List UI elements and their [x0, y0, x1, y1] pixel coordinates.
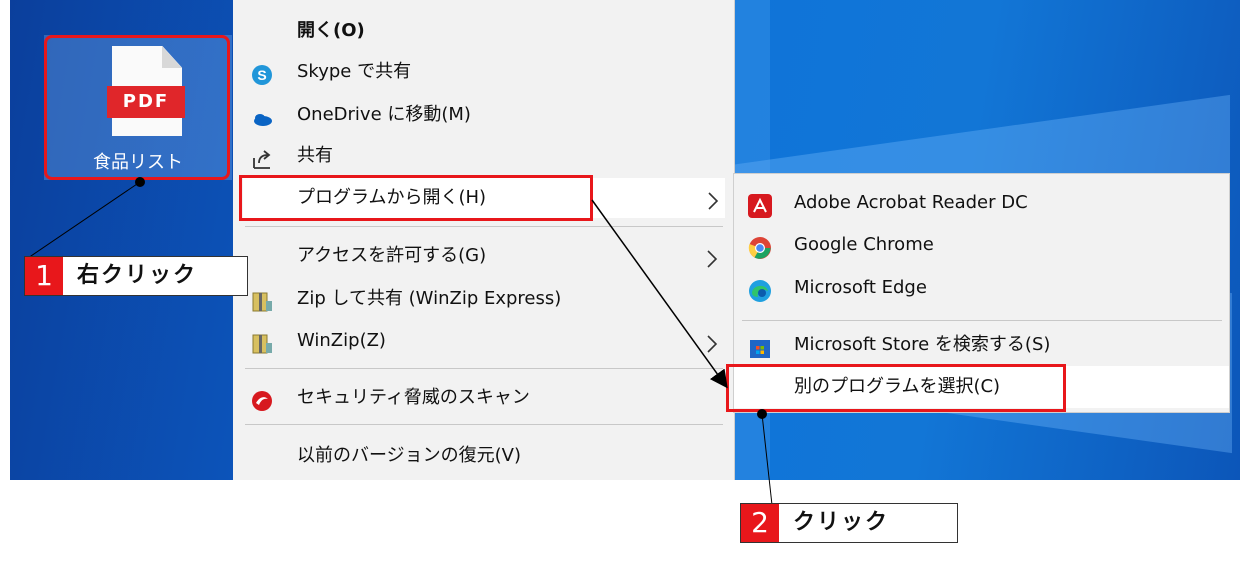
- step1-number: 1: [25, 257, 63, 295]
- step2-highlight-box: [726, 364, 1066, 412]
- step1-callout: 1 右クリック: [24, 256, 248, 296]
- menu-item-share[interactable]: 共有: [233, 136, 734, 176]
- submenu-item-acrobat[interactable]: Adobe Acrobat Reader DC: [734, 182, 1229, 224]
- menu-item-label: WinZip(Z): [297, 330, 386, 351]
- menu-item-winzip[interactable]: WinZip(Z): [233, 321, 734, 361]
- menu-separator: [245, 424, 723, 425]
- menu-item-skype-share[interactable]: S Skype で共有: [233, 52, 734, 92]
- menu-item-label: OneDrive に移動(M): [297, 104, 471, 125]
- onedrive-icon: [251, 104, 273, 126]
- svg-text:S: S: [257, 67, 266, 83]
- share-icon: [251, 145, 273, 169]
- store-icon: [748, 334, 772, 358]
- step2-text: クリック: [793, 510, 890, 535]
- menu-item-label: 開く(O): [297, 20, 365, 41]
- skype-icon: S: [251, 61, 273, 85]
- step2-number: 2: [741, 504, 779, 542]
- menu-item-restore-versions[interactable]: 以前のバージョンの復元(V): [233, 436, 734, 476]
- menu-item-security-scan[interactable]: セキュリティ脅威のスキャン: [233, 378, 734, 418]
- menu-item-label: セキュリティ脅威のスキャン: [297, 387, 530, 408]
- menu-item-open[interactable]: 開く(O): [233, 11, 734, 51]
- context-menu: 開く(O) S Skype で共有 OneDrive に移動(M) 共有 プログ…: [233, 0, 735, 480]
- menu-item-label: Skype で共有: [297, 61, 412, 82]
- submenu-item-label: Microsoft Edge: [794, 277, 927, 298]
- submenu-item-chrome[interactable]: Google Chrome: [734, 224, 1229, 266]
- submenu-item-label: Microsoft Store を検索する(S): [794, 334, 1051, 355]
- submenu-item-label: Adobe Acrobat Reader DC: [794, 192, 1028, 213]
- menu-item-label: アクセスを許可する(G): [297, 245, 487, 266]
- chevron-right-icon: [707, 187, 719, 210]
- menu-item-label: Zip して共有 (WinZip Express): [297, 288, 562, 309]
- acrobat-icon: [748, 192, 772, 218]
- submenu-item-store-search[interactable]: Microsoft Store を検索する(S): [734, 324, 1229, 366]
- step2-callout: 2 クリック: [740, 503, 958, 543]
- step1-text: 右クリック: [77, 263, 198, 288]
- menu-separator: [245, 368, 723, 369]
- menu-item-label: 以前のバージョンの復元(V): [297, 445, 521, 466]
- winzip-icon: [251, 330, 273, 354]
- chrome-icon: [748, 234, 772, 259]
- step-open-with-highlight-box: [239, 175, 593, 221]
- trend-micro-icon: [251, 387, 273, 411]
- submenu-item-edge[interactable]: Microsoft Edge: [734, 267, 1229, 309]
- menu-item-zip-share[interactable]: Zip して共有 (WinZip Express): [233, 279, 734, 319]
- menu-item-grant-access[interactable]: アクセスを許可する(G): [233, 236, 734, 276]
- menu-item-label: 共有: [297, 145, 333, 166]
- chevron-right-icon: [706, 245, 718, 268]
- chevron-right-icon: [706, 330, 718, 353]
- edge-icon: [748, 277, 772, 302]
- submenu-separator: [742, 320, 1222, 321]
- menu-separator: [245, 226, 723, 227]
- menu-item-onedrive-move[interactable]: OneDrive に移動(M): [233, 95, 734, 135]
- step1-highlight-box: [44, 35, 230, 180]
- submenu-item-label: Google Chrome: [794, 234, 934, 255]
- winzip-icon: [251, 288, 273, 312]
